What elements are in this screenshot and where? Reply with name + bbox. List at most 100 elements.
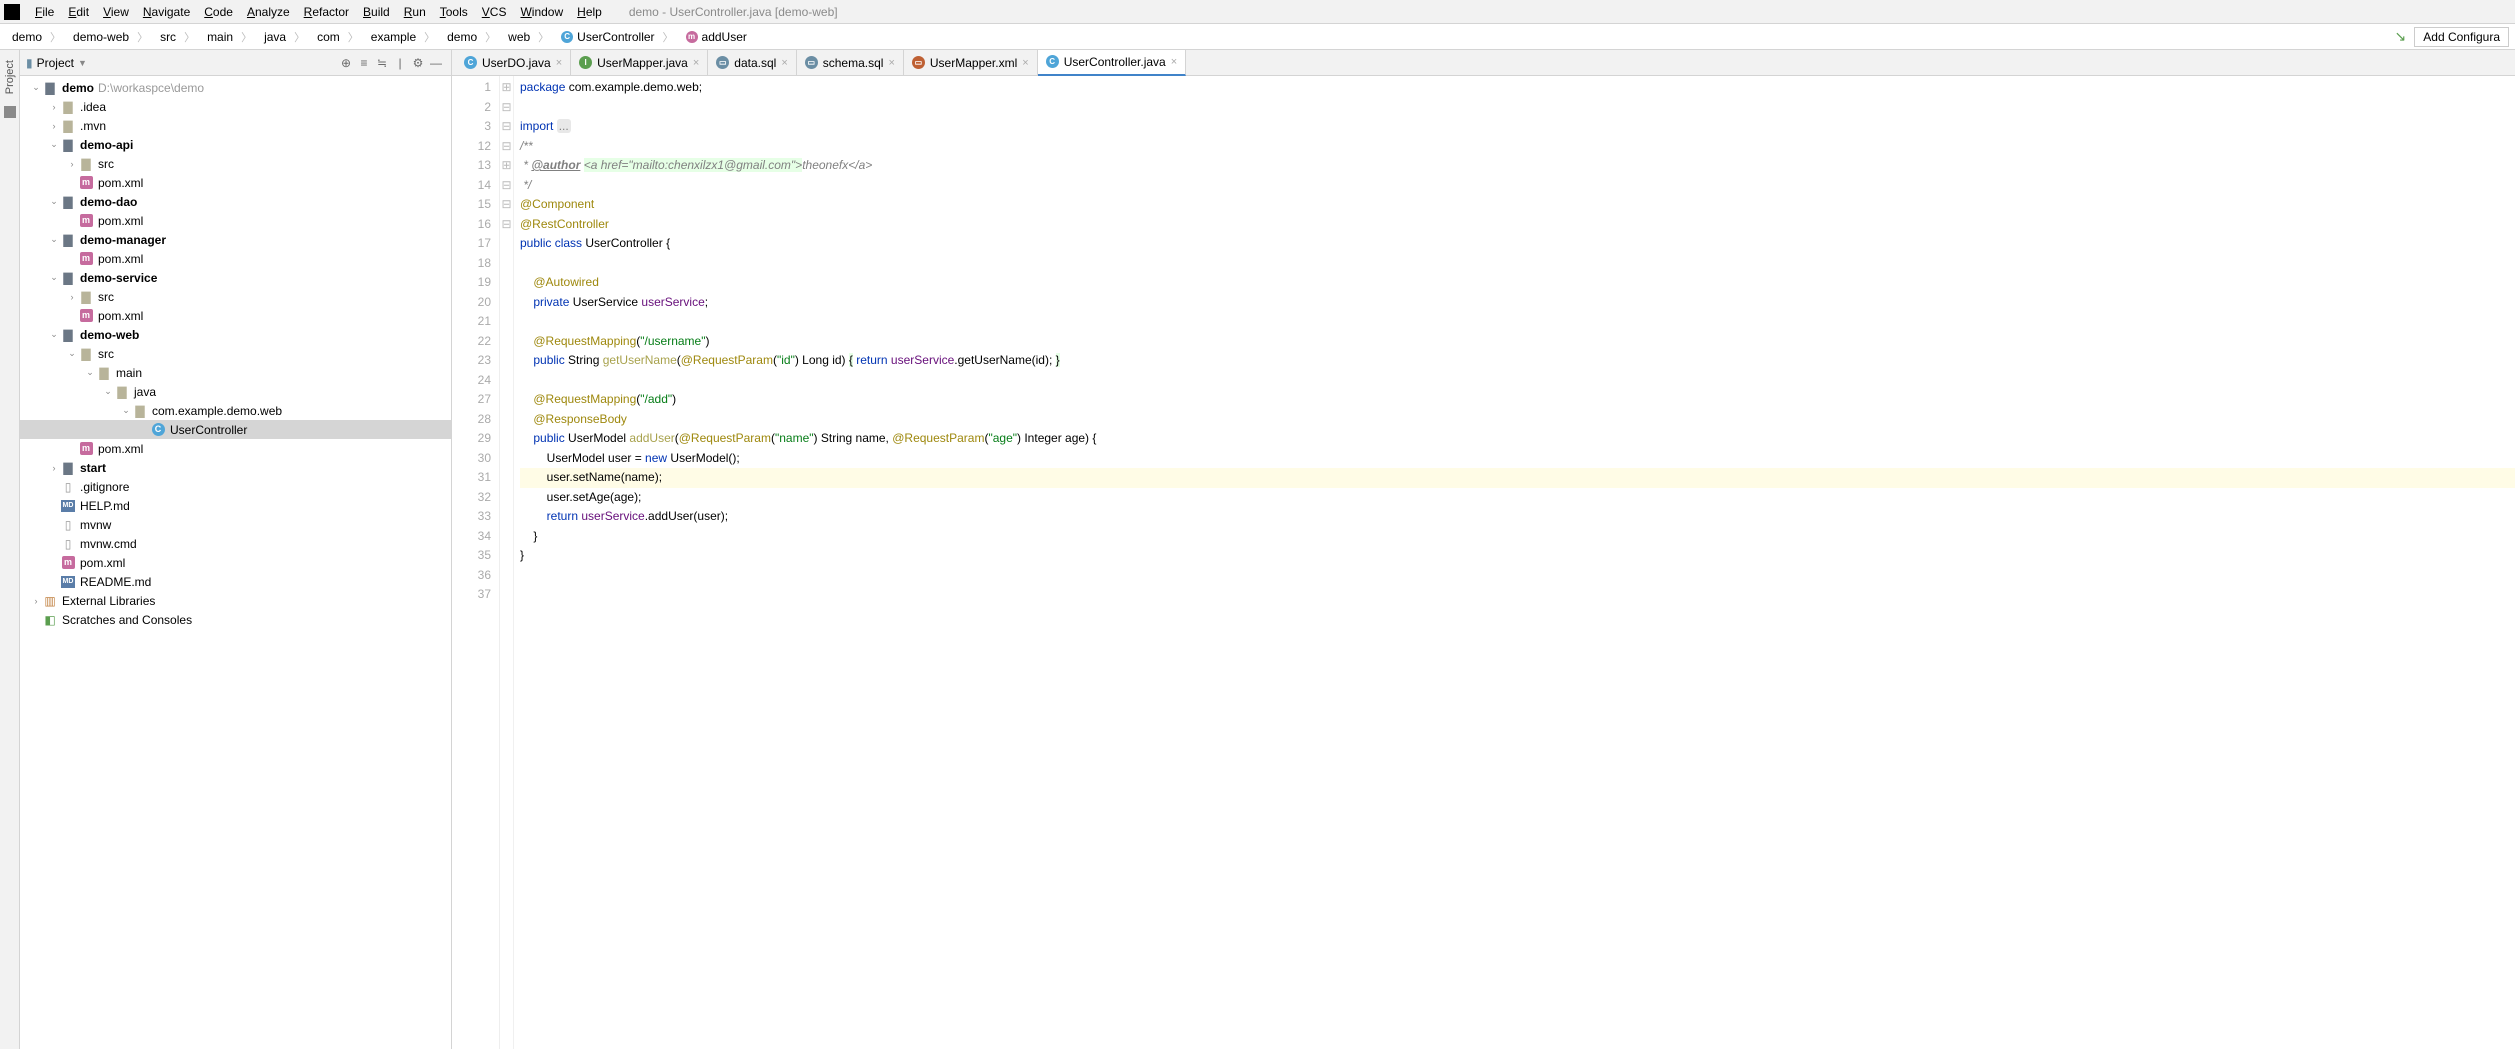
tree-node-demo-api[interactable]: ⌄▇demo-api <box>20 135 451 154</box>
line-number[interactable]: 1 <box>452 78 491 98</box>
tree-node--gitignore[interactable]: ▯.gitignore <box>20 477 451 496</box>
line-number[interactable]: 29 <box>452 429 491 449</box>
fold-gutter[interactable]: ⊞⊟⊟⊟⊞⊟⊟⊟ <box>500 76 514 1049</box>
tree-node-java[interactable]: ⌄▇java <box>20 382 451 401</box>
line-number-gutter[interactable]: 1231213141516171819202122232427282930313… <box>452 76 500 1049</box>
tree-node-pom-xml[interactable]: mpom.xml <box>20 211 451 230</box>
fold-collapse-icon[interactable]: ⊟ <box>500 195 513 215</box>
add-configuration-button[interactable]: Add Configura <box>2414 27 2509 47</box>
crumb-com[interactable]: com <box>311 27 365 47</box>
line-number[interactable]: 34 <box>452 527 491 547</box>
chevron-down-icon[interactable]: ⌄ <box>120 405 132 416</box>
tree-node-src[interactable]: ›▇src <box>20 154 451 173</box>
tree-node-demo[interactable]: ⌄▇demoD:\workaspce\demo <box>20 78 451 97</box>
line-number[interactable]: 20 <box>452 293 491 313</box>
code-line[interactable] <box>520 254 2515 274</box>
collapse-all-icon[interactable]: ≒ <box>373 54 391 72</box>
code-line[interactable]: public UserModel addUser(@RequestParam("… <box>520 429 2515 449</box>
crumb-usercontroller[interactable]: CUserController <box>555 27 679 47</box>
line-number[interactable]: 15 <box>452 195 491 215</box>
hide-icon[interactable]: — <box>427 54 445 72</box>
fold-collapse-icon[interactable]: ⊟ <box>500 117 513 137</box>
code-line[interactable]: UserModel user = new UserModel(); <box>520 449 2515 469</box>
chevron-down-icon[interactable]: ⌄ <box>84 367 96 378</box>
chevron-down-icon[interactable]: ⌄ <box>48 234 60 245</box>
code-line[interactable]: @Autowired <box>520 273 2515 293</box>
tree-node-external-libraries[interactable]: ›▥External Libraries <box>20 591 451 610</box>
fold-collapse-icon[interactable]: ⊟ <box>500 137 513 157</box>
tree-node-pom-xml[interactable]: mpom.xml <box>20 439 451 458</box>
build-icon[interactable]: ↘ <box>2395 28 2407 45</box>
code-line[interactable]: @ResponseBody <box>520 410 2515 430</box>
menu-file[interactable]: File <box>28 3 61 21</box>
tree-node--mvn[interactable]: ›▇.mvn <box>20 116 451 135</box>
settings-gear-icon[interactable]: ⚙ <box>409 54 427 72</box>
tree-node--idea[interactable]: ›▇.idea <box>20 97 451 116</box>
crumb-demo[interactable]: demo <box>441 27 502 47</box>
chevron-down-icon[interactable]: ⌄ <box>48 196 60 207</box>
fold-expand-icon[interactable]: ⊞ <box>500 156 513 176</box>
chevron-down-icon[interactable]: ⌄ <box>48 272 60 283</box>
chevron-right-icon[interactable]: › <box>48 463 60 473</box>
fold-collapse-icon[interactable]: ⊟ <box>500 176 513 196</box>
tree-node-mvnw[interactable]: ▯mvnw <box>20 515 451 534</box>
tree-node-pom-xml[interactable]: mpom.xml <box>20 173 451 192</box>
close-tab-icon[interactable]: × <box>556 57 562 69</box>
menu-navigate[interactable]: Navigate <box>136 3 197 21</box>
tree-node-src[interactable]: ⌄▇src <box>20 344 451 363</box>
tree-node-usercontroller[interactable]: CUserController <box>20 420 451 439</box>
line-number[interactable]: 2 <box>452 98 491 118</box>
close-tab-icon[interactable]: × <box>888 57 894 69</box>
code-line[interactable]: } <box>520 527 2515 547</box>
code-line[interactable]: @RequestMapping("/add") <box>520 390 2515 410</box>
project-view-label[interactable]: Project <box>37 56 74 70</box>
line-number[interactable]: 36 <box>452 566 491 586</box>
line-number[interactable]: 28 <box>452 410 491 430</box>
line-number[interactable]: 19 <box>452 273 491 293</box>
crumb-adduser[interactable]: maddUser <box>680 28 761 46</box>
line-number[interactable]: 12 <box>452 137 491 157</box>
code-line[interactable] <box>520 312 2515 332</box>
line-number[interactable]: 22 <box>452 332 491 352</box>
chevron-right-icon[interactable]: › <box>66 159 78 169</box>
crumb-src[interactable]: src <box>154 27 201 47</box>
code-line[interactable]: public class UserController { <box>520 234 2515 254</box>
line-number[interactable]: 13 <box>452 156 491 176</box>
tree-node-pom-xml[interactable]: mpom.xml <box>20 553 451 572</box>
menu-build[interactable]: Build <box>356 3 397 21</box>
fold-collapse-icon[interactable]: ⊟ <box>500 215 513 235</box>
menu-tools[interactable]: Tools <box>433 3 475 21</box>
tree-node-demo-manager[interactable]: ⌄▇demo-manager <box>20 230 451 249</box>
code-line[interactable]: private UserService userService; <box>520 293 2515 313</box>
code-line[interactable]: @Component <box>520 195 2515 215</box>
tab-userdo-java[interactable]: CUserDO.java× <box>456 50 571 76</box>
line-number[interactable]: 37 <box>452 585 491 605</box>
expand-all-icon[interactable]: ≡ <box>355 54 373 72</box>
code-line[interactable]: * @author <a href="mailto:chenxilzx1@gma… <box>520 156 2515 176</box>
crumb-demo-web[interactable]: demo-web <box>67 27 154 47</box>
tree-node-mvnw-cmd[interactable]: ▯mvnw.cmd <box>20 534 451 553</box>
menu-vcs[interactable]: VCS <box>475 3 514 21</box>
tree-node-help-md[interactable]: MDHELP.md <box>20 496 451 515</box>
chevron-right-icon[interactable]: › <box>66 292 78 302</box>
chevron-right-icon[interactable]: › <box>30 596 42 606</box>
crumb-java[interactable]: java <box>258 27 311 47</box>
code-line[interactable] <box>520 566 2515 586</box>
tab-schema-sql[interactable]: ▭schema.sql× <box>797 50 904 76</box>
menu-code[interactable]: Code <box>197 3 240 21</box>
menu-window[interactable]: Window <box>513 3 570 21</box>
line-number[interactable]: 23 <box>452 351 491 371</box>
chevron-down-icon[interactable]: ⌄ <box>48 329 60 340</box>
code-line[interactable]: import ... <box>520 117 2515 137</box>
menu-analyze[interactable]: Analyze <box>240 3 297 21</box>
code-line[interactable]: @RestController <box>520 215 2515 235</box>
structure-tool-icon[interactable] <box>4 106 16 118</box>
line-number[interactable]: 14 <box>452 176 491 196</box>
line-number[interactable]: 16 <box>452 215 491 235</box>
line-number[interactable]: 3 <box>452 117 491 137</box>
line-number[interactable]: 30 <box>452 449 491 469</box>
code-line[interactable] <box>520 98 2515 118</box>
tree-node-demo-service[interactable]: ⌄▇demo-service <box>20 268 451 287</box>
code-line[interactable]: public String getUserName(@RequestParam(… <box>520 351 2515 371</box>
chevron-down-icon[interactable]: ⌄ <box>102 386 114 397</box>
